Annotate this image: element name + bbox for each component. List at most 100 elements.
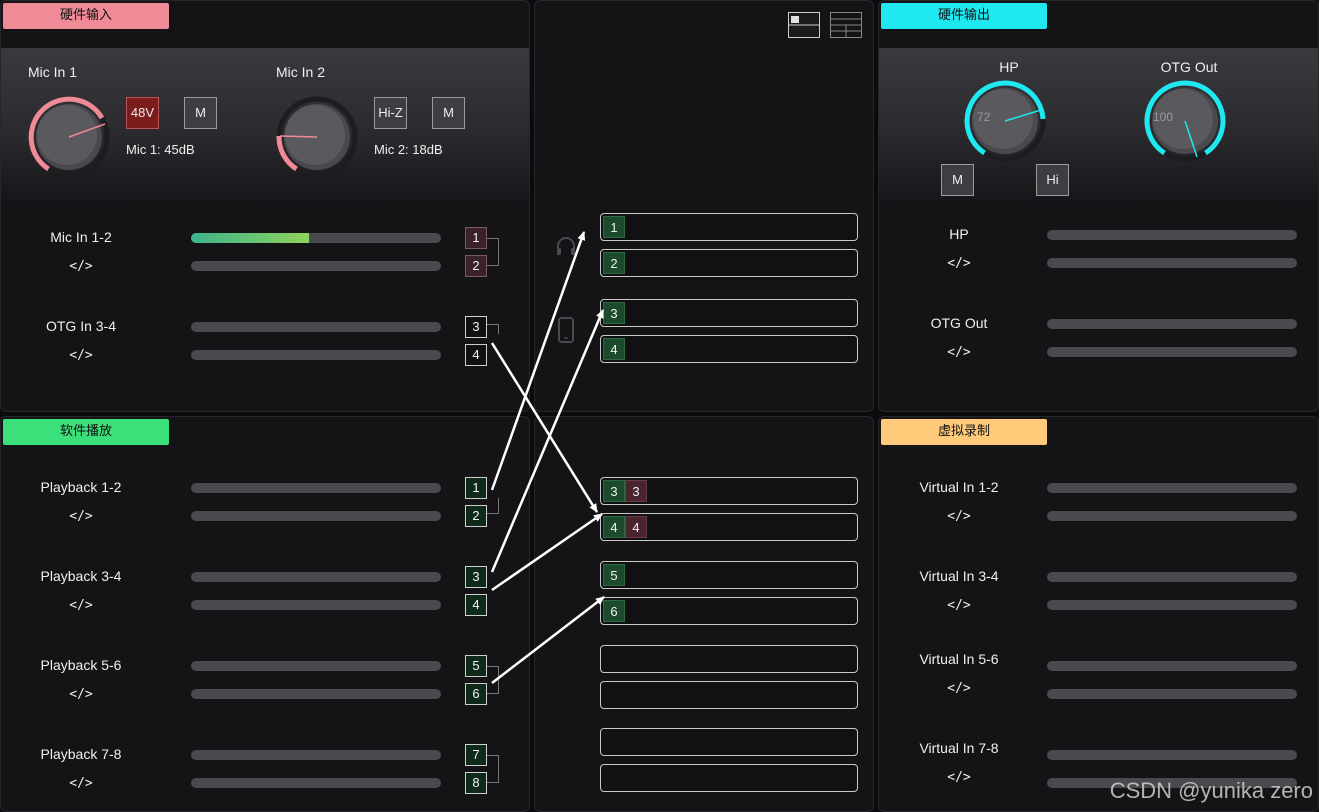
row-name: HP — [949, 226, 969, 242]
level-meter — [191, 600, 441, 610]
mic2-gain-readout: Mic 2: 18dB — [374, 142, 443, 157]
level-meter — [191, 233, 441, 243]
route-chip[interactable]: 2 — [603, 252, 625, 274]
row-code-toggle[interactable]: </> — [69, 348, 92, 363]
level-meter — [191, 778, 441, 788]
hp-volume-knob[interactable] — [963, 79, 1047, 163]
level-meter — [1047, 511, 1297, 521]
row-name: Virtual In 3-4 — [919, 568, 999, 584]
level-meter — [1047, 600, 1297, 610]
level-meter — [1047, 230, 1297, 240]
level-meter — [191, 750, 441, 760]
route-slot-otg-left[interactable]: 3 — [600, 299, 858, 327]
route-slot-virtual-7[interactable] — [600, 728, 858, 756]
route-slot-virtual-8[interactable] — [600, 764, 858, 792]
channel-link-bracket — [487, 498, 499, 514]
channel-badge[interactable]: 1 — [465, 227, 487, 249]
virtual-recording-panel: 虚拟录制 Virtual In 1-2 </> Virtual In 3-4 <… — [878, 416, 1319, 812]
level-meter — [191, 689, 441, 699]
phantom-48v-button[interactable]: 48V — [126, 97, 159, 129]
hp-hi-button[interactable]: Hi — [1036, 164, 1069, 196]
level-meter — [191, 261, 441, 271]
hardware-output-panel: 硬件输出 HP 72 M Hi OTG Out 100 HP </> OTG O… — [878, 0, 1319, 412]
route-chip[interactable]: 3 — [603, 480, 625, 502]
level-meter — [191, 661, 441, 671]
level-meter — [191, 572, 441, 582]
row-code-toggle[interactable]: </> — [947, 681, 970, 696]
row-name: Playback 1-2 — [40, 479, 122, 495]
channel-badge[interactable]: 3 — [465, 316, 487, 338]
mic1-mute-button[interactable]: M — [184, 97, 217, 129]
route-chip[interactable]: 1 — [603, 216, 625, 238]
otg-out-title: OTG Out — [1160, 59, 1218, 75]
route-slot-hp-left[interactable]: 1 — [600, 213, 858, 241]
channel-badge[interactable]: 7 — [465, 744, 487, 766]
row-code-toggle[interactable]: </> — [947, 509, 970, 524]
route-slot-otg-right[interactable]: 4 — [600, 335, 858, 363]
headphones-icon — [557, 237, 575, 255]
level-meter — [1047, 347, 1297, 357]
route-slot-virtual-3[interactable]: 5 — [600, 561, 858, 589]
row-code-toggle[interactable]: </> — [69, 598, 92, 613]
layout-single-icon[interactable] — [788, 12, 820, 38]
channel-badge[interactable]: 6 — [465, 683, 487, 705]
watermark: CSDN @yunika zero — [1109, 778, 1313, 803]
row-name: Virtual In 5-6 — [919, 651, 999, 667]
route-slot-virtual-5[interactable] — [600, 645, 858, 673]
route-chip[interactable]: 5 — [603, 564, 625, 586]
mic1-gain-knob[interactable] — [27, 95, 111, 179]
row-code-toggle[interactable]: </> — [69, 776, 92, 791]
channel-badge[interactable]: 1 — [465, 477, 487, 499]
level-meter — [1047, 689, 1297, 699]
channel-badge[interactable]: 4 — [465, 594, 487, 616]
hardware-input-tag: 硬件输入 — [3, 3, 169, 29]
route-slot-virtual-4[interactable]: 6 — [600, 597, 858, 625]
route-chip[interactable]: 4 — [625, 516, 647, 538]
channel-badge[interactable]: 2 — [465, 505, 487, 527]
layout-grid-icon[interactable] — [830, 12, 862, 38]
row-code-toggle[interactable]: </> — [947, 598, 970, 613]
mic2-mute-button[interactable]: M — [432, 97, 465, 129]
mic2-gain-knob[interactable] — [275, 95, 359, 179]
row-code-toggle[interactable]: </> — [69, 259, 92, 274]
route-slot-virtual-6[interactable] — [600, 681, 858, 709]
level-meter — [1047, 661, 1297, 671]
mic1-gain-readout: Mic 1: 45dB — [126, 142, 195, 157]
route-chip[interactable]: 6 — [603, 600, 625, 622]
software-playback-tag: 软件播放 — [3, 419, 169, 445]
row-name: OTG Out — [930, 315, 988, 331]
route-slot-hp-right[interactable]: 2 — [600, 249, 858, 277]
level-meter — [191, 511, 441, 521]
channel-badge[interactable]: 5 — [465, 655, 487, 677]
row-code-toggle[interactable]: </> — [947, 345, 970, 360]
channel-badge[interactable]: 2 — [465, 255, 487, 277]
row-code-toggle[interactable]: </> — [947, 256, 970, 271]
channel-link-bracket — [487, 666, 499, 694]
row-code-toggle[interactable]: </> — [69, 509, 92, 524]
channel-badge[interactable]: 4 — [465, 344, 487, 366]
row-code-toggle[interactable]: </> — [947, 770, 970, 785]
level-meter — [1047, 258, 1297, 268]
hiz-button[interactable]: Hi-Z — [374, 97, 407, 129]
channel-link-bracket — [487, 755, 499, 783]
hardware-output-tag: 硬件输出 — [881, 3, 1047, 29]
row-name: Playback 5-6 — [40, 657, 122, 673]
row-name: Virtual In 1-2 — [919, 479, 999, 495]
row-code-toggle[interactable]: </> — [69, 687, 92, 702]
hp-mute-button[interactable]: M — [941, 164, 974, 196]
route-chip[interactable]: 4 — [603, 516, 625, 538]
otg-volume-value: 100 — [1153, 110, 1174, 124]
hp-title: HP — [999, 59, 1019, 75]
route-slot-virtual-1[interactable]: 3 3 — [600, 477, 858, 505]
channel-badge[interactable]: 3 — [465, 566, 487, 588]
route-chip[interactable]: 3 — [625, 480, 647, 502]
route-chip[interactable]: 3 — [603, 302, 625, 324]
row-name: Virtual In 7-8 — [919, 740, 999, 756]
row-name: Playback 7-8 — [40, 746, 122, 762]
route-slot-virtual-2[interactable]: 4 4 — [600, 513, 858, 541]
mic2-title: Mic In 2 — [276, 64, 326, 80]
channel-badge[interactable]: 8 — [465, 772, 487, 794]
route-chip[interactable]: 4 — [603, 338, 625, 360]
channel-link-bracket — [487, 324, 499, 334]
software-playback-panel: 软件播放 Playback 1-2 </> 1 2 Playback 3-4 <… — [0, 416, 530, 812]
